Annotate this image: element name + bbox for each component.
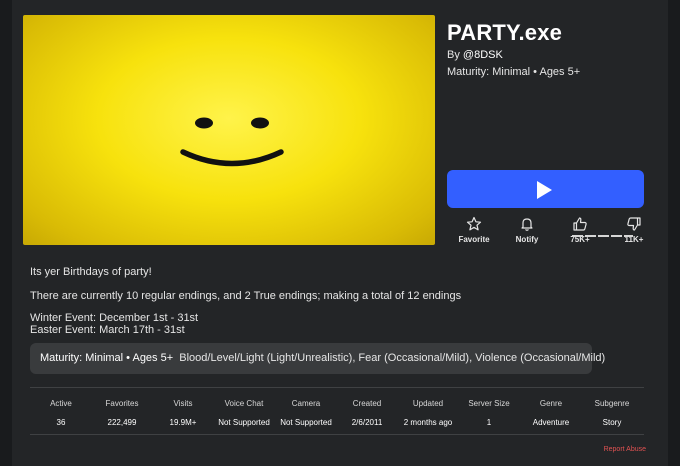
right-eye [251, 117, 269, 129]
play-button[interactable] [447, 170, 644, 208]
creator-link[interactable]: @8DSK [463, 49, 503, 61]
notify-label: Notify [515, 235, 539, 244]
dislike-button[interactable]: 11K+ [622, 216, 646, 244]
stat-header-server-size: Server Size [468, 399, 510, 408]
maturity-descriptors: Blood/Level/Light (Light/Unrealistic), F… [179, 352, 606, 364]
stat-header-voice-chat: Voice Chat [224, 399, 264, 408]
star-icon [466, 216, 482, 231]
game-title: PARTY.exe [447, 20, 563, 45]
stat-header-favorites: Favorites [105, 399, 139, 408]
stat-value-favorites: 222,499 [107, 418, 137, 427]
notify-button[interactable]: Notify [512, 216, 542, 244]
stats-bottom-divider [30, 434, 644, 435]
play-icon [537, 181, 552, 199]
like-button[interactable]: 75K+ [568, 216, 592, 244]
description-line: Easter Event: March 17th - 31st [30, 324, 185, 336]
creator-byline: By @8DSK [447, 49, 503, 61]
stats-top-divider [30, 387, 644, 388]
stat-value-active: 36 [56, 418, 66, 427]
bell-icon [521, 218, 533, 231]
stat-header-camera: Camera [291, 399, 321, 408]
maturity-box-label: Maturity: Minimal • Ages 5+ [40, 352, 174, 364]
stat-header-active: Active [50, 399, 72, 408]
stat-header-subgenre: Subgenre [594, 399, 630, 408]
left-eye [195, 117, 213, 129]
thumbs-up-icon [573, 217, 587, 231]
stat-value-server-size: 1 [486, 418, 492, 427]
stat-value-camera: Not Supported [280, 418, 332, 427]
stat-value-genre[interactable]: Adventure [521, 418, 581, 427]
description-line: Its yer Birthdays of party! [30, 266, 152, 278]
maturity-descriptor-box: Maturity: Minimal • Ages 5+ Blood/Level/… [30, 343, 605, 374]
stat-header-visits: Visits [173, 399, 193, 408]
stat-value-visits: 19.9M+ [169, 418, 197, 427]
game-details-panel: PARTY.exe By @8DSK Maturity: Minimal • A… [12, 0, 668, 466]
stat-value-voice-chat: Not Supported [218, 418, 270, 427]
favorite-button[interactable]: Favorite [456, 216, 492, 244]
stat-header-created: Created [352, 399, 382, 408]
favorite-label: Favorite [458, 235, 490, 244]
description-line: There are currently 10 regular endings, … [30, 290, 462, 302]
smile-mouth [180, 149, 284, 167]
by-prefix: By [447, 49, 460, 61]
maturity-rating: Maturity: Minimal • Ages 5+ [447, 66, 581, 78]
smiley-face-image [180, 117, 284, 167]
report-abuse-link[interactable]: Report Abuse [604, 446, 646, 453]
stat-value-created: 2/6/2011 [351, 418, 383, 427]
stat-header-genre: Genre [539, 399, 563, 408]
vote-ratio-bar [572, 235, 644, 237]
thumbs-down-icon [627, 217, 641, 231]
stat-header-updated: Updated [412, 399, 444, 408]
stat-value-updated: 2 months ago [403, 418, 453, 427]
game-thumbnail[interactable] [23, 15, 435, 245]
page-edge-right [668, 0, 680, 466]
stat-value-subgenre[interactable]: Story [582, 418, 642, 427]
page-edge-left [0, 0, 12, 466]
